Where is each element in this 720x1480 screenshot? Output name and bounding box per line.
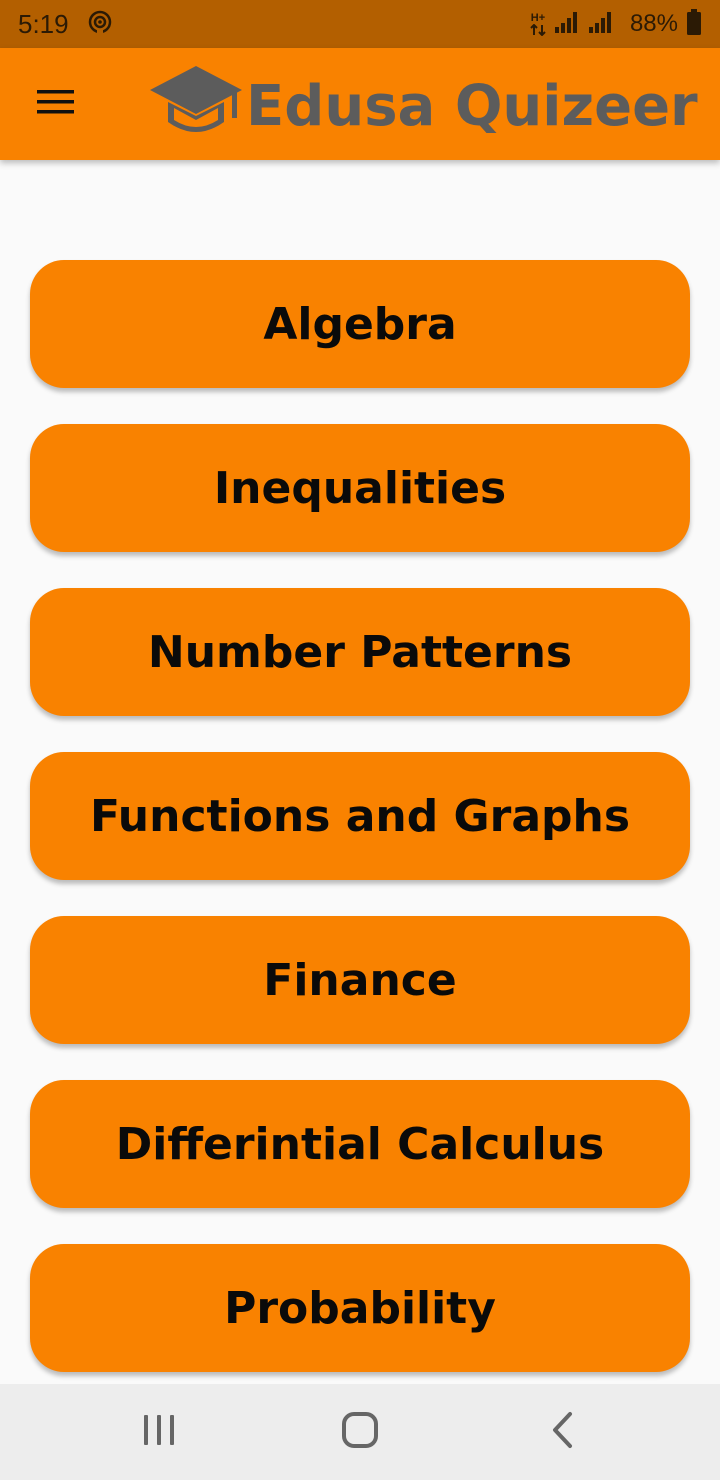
status-bar: 5:19 H+ 88% [0, 0, 720, 48]
topic-button-inequalities[interactable]: Inequalities [30, 424, 690, 552]
topic-label: Functions and Graphs [89, 790, 631, 842]
status-left: 5:19 [18, 9, 113, 40]
topic-label: Probability [224, 1282, 496, 1334]
system-nav-bar [0, 1384, 720, 1480]
topic-list: Algebra Inequalities Number Patterns Fun… [0, 160, 720, 1384]
app-bar: Edusa Quizeer [0, 48, 720, 160]
network-type-label: H+ [530, 11, 546, 24]
battery-icon [686, 9, 702, 39]
battery-percentage: 88% [629, 10, 678, 37]
hotspot-icon [87, 9, 113, 39]
signal-strength-icon-2 [588, 11, 614, 37]
back-button[interactable] [532, 1404, 592, 1460]
topic-label: Differintial Calculus [115, 1118, 605, 1170]
app-logo: Edusa Quizeer [148, 66, 698, 146]
topic-label: Finance [263, 954, 457, 1006]
network-type-icon: H+ [530, 11, 546, 36]
hamburger-menu-icon [37, 89, 75, 119]
back-icon [550, 1411, 574, 1453]
signal-strength-icon [554, 11, 580, 37]
topic-label: Inequalities [213, 462, 507, 514]
topic-button-differential-calculus[interactable]: Differintial Calculus [30, 1080, 690, 1208]
topic-button-probability[interactable]: Probability [30, 1244, 690, 1372]
menu-button[interactable] [28, 82, 84, 126]
status-right: H+ 88% [530, 9, 702, 39]
graduation-cap-icon [148, 64, 244, 148]
status-time: 5:19 [18, 8, 69, 39]
topic-label: Number Patterns [147, 626, 573, 678]
recents-button[interactable] [129, 1404, 189, 1460]
home-button[interactable] [330, 1404, 390, 1460]
topic-label: Algebra [263, 298, 457, 350]
recents-icon [142, 1413, 176, 1451]
topic-button-algebra[interactable]: Algebra [30, 260, 690, 388]
topic-button-finance[interactable]: Finance [30, 916, 690, 1044]
topic-button-number-patterns[interactable]: Number Patterns [30, 588, 690, 716]
topic-button-functions-and-graphs[interactable]: Functions and Graphs [30, 752, 690, 880]
app-title: Edusa Quizeer [246, 73, 698, 139]
home-icon [341, 1411, 379, 1453]
